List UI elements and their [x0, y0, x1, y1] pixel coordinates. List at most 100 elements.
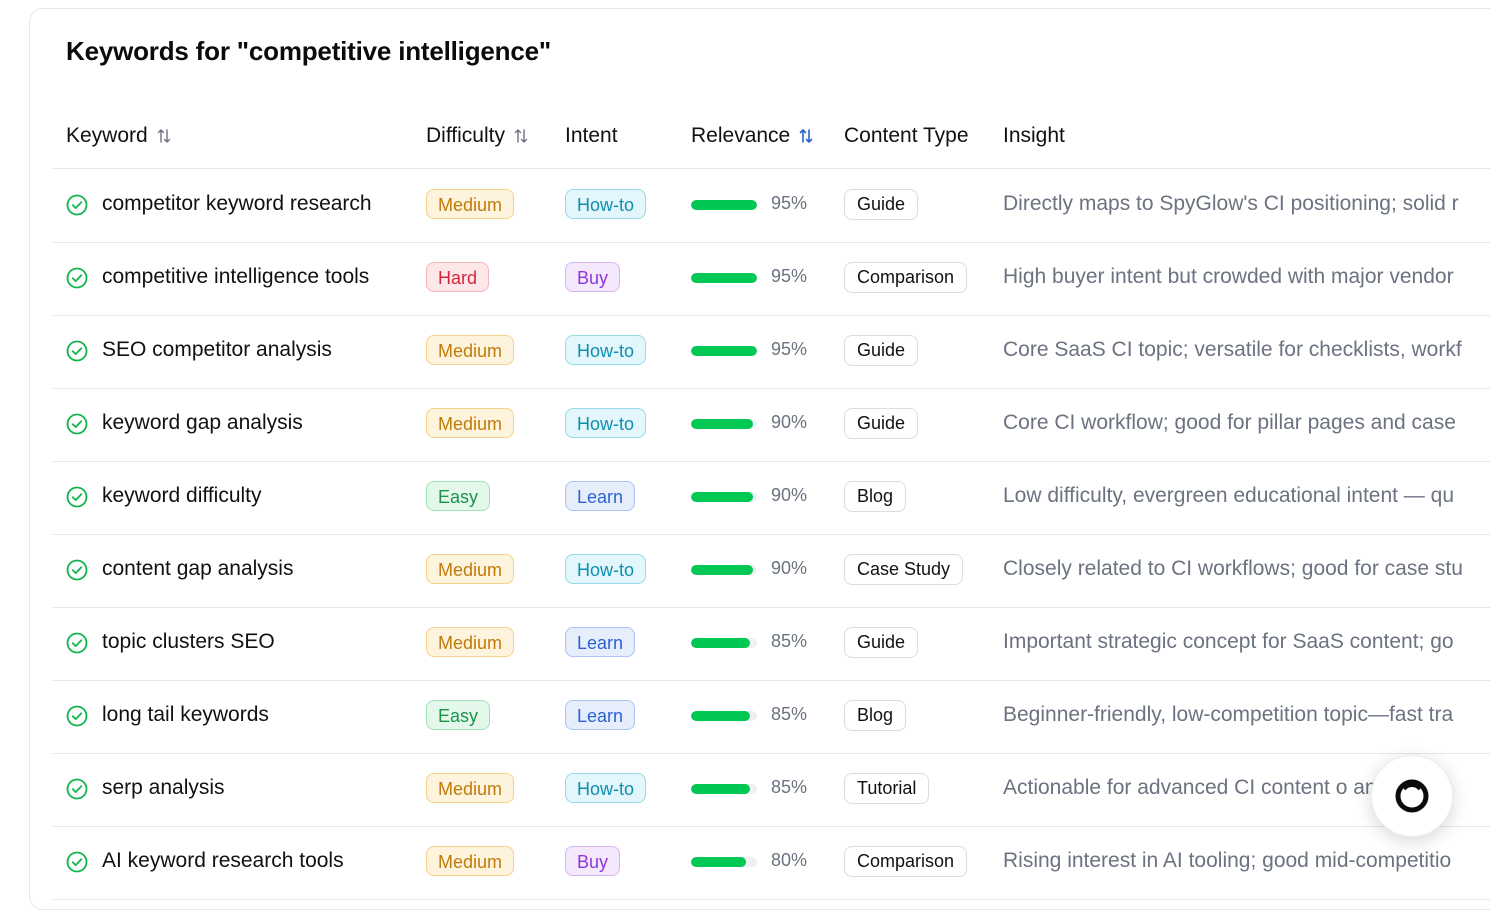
intent-badge: How-to: [565, 335, 647, 365]
keyword-text[interactable]: competitor keyword research: [102, 192, 372, 216]
intent-badge: Buy: [565, 262, 621, 292]
keyword-text[interactable]: long tail keywords: [102, 703, 269, 727]
keyword-text[interactable]: content gap analysis: [102, 557, 293, 581]
content-type-tag: Blog: [844, 481, 907, 512]
keyword-text[interactable]: serp analysis: [102, 776, 225, 800]
check-circle-icon[interactable]: [66, 851, 88, 873]
insight-text: Important strategic concept for SaaS con…: [1003, 630, 1454, 653]
assistant-logo-icon: [1395, 779, 1429, 813]
difficulty-badge: Medium: [426, 554, 515, 584]
column-header-difficulty[interactable]: Difficulty: [426, 124, 529, 148]
check-circle-icon[interactable]: [66, 486, 88, 508]
table-row[interactable]: competitor keyword research Medium How-t…: [53, 169, 1490, 243]
relevance-bar: [691, 784, 757, 794]
column-header-intent: Intent: [565, 124, 618, 148]
insight-text: Low difficulty, evergreen educational in…: [1003, 484, 1454, 507]
relevance-percent: 90%: [771, 485, 808, 505]
sort-icon[interactable]: [156, 128, 172, 144]
table-row[interactable]: long tail keywords Easy Learn 85% Blog B…: [53, 680, 1490, 754]
intent-badge: Learn: [565, 627, 636, 657]
difficulty-badge: Easy: [426, 481, 491, 511]
content-type-tag: Guide: [844, 189, 919, 220]
intent-badge: How-to: [565, 554, 647, 584]
column-header-relevance[interactable]: Relevance: [691, 124, 814, 148]
table-row[interactable]: keyword difficulty Easy Learn 90% Blog L…: [53, 461, 1490, 535]
table-row[interactable]: SEO competitor analysis Medium How-to 95…: [53, 315, 1490, 389]
relevance-bar: [691, 273, 757, 283]
content-type-tag: Guide: [844, 408, 919, 439]
content-type-tag: Guide: [844, 627, 919, 658]
check-circle-icon[interactable]: [66, 705, 88, 727]
relevance-bar-fill: [691, 492, 753, 502]
table-row[interactable]: topic clusters SEO Medium Learn 85% Guid…: [53, 607, 1490, 681]
content-type-tag: Comparison: [844, 262, 968, 293]
insight-text: High buyer intent but crowded with major…: [1003, 265, 1454, 288]
relevance-bar-fill: [691, 273, 757, 283]
intent-badge: Buy: [565, 846, 621, 876]
insight-text: Rising interest in AI tooling; good mid-…: [1003, 849, 1452, 872]
relevance-bar-fill: [691, 857, 746, 867]
relevance-bar: [691, 711, 757, 721]
relevance-bar: [691, 346, 757, 356]
table-row[interactable]: serp analysis Medium How-to 85% Tutorial…: [53, 753, 1490, 827]
table-header: Keyword Difficulty Intent Relevance Cont…: [53, 110, 1490, 169]
keyword-text[interactable]: keyword gap analysis: [102, 411, 303, 435]
check-circle-icon[interactable]: [66, 413, 88, 435]
intent-badge: Learn: [565, 481, 636, 511]
relevance-bar: [691, 419, 757, 429]
column-label-intent: Intent: [565, 124, 618, 147]
insight-text: Closely related to CI workflows; good fo…: [1003, 557, 1463, 580]
relevance-bar-fill: [691, 784, 750, 794]
relevance-bar-fill: [691, 711, 750, 721]
keyword-text[interactable]: AI keyword research tools: [102, 849, 344, 873]
column-header-insight: Insight: [1003, 124, 1065, 148]
relevance-percent: 95%: [771, 266, 808, 286]
relevance-percent: 85%: [771, 631, 808, 651]
relevance-percent: 80%: [771, 850, 808, 870]
relevance-bar-fill: [691, 419, 753, 429]
check-circle-icon[interactable]: [66, 632, 88, 654]
difficulty-badge: Medium: [426, 773, 515, 803]
check-circle-icon[interactable]: [66, 267, 88, 289]
difficulty-badge: Medium: [426, 335, 515, 365]
insight-text: Actionable for advanced CI content o and: [1003, 776, 1389, 799]
content-type-tag: Tutorial: [844, 773, 930, 804]
column-label-insight: Insight: [1003, 124, 1065, 147]
intent-badge: Learn: [565, 700, 636, 730]
table-row[interactable]: AI keyword research tools Medium Buy 80%…: [53, 826, 1490, 900]
check-circle-icon[interactable]: [66, 194, 88, 216]
table-row[interactable]: competitive intelligence tools Hard Buy …: [53, 242, 1490, 316]
relevance-percent: 95%: [771, 339, 808, 359]
keyword-text[interactable]: competitive intelligence tools: [102, 265, 369, 289]
table-row[interactable]: content gap analysis Medium How-to 90% C…: [53, 534, 1490, 608]
keyword-text[interactable]: keyword difficulty: [102, 484, 262, 508]
relevance-bar-fill: [691, 638, 750, 648]
content-type-tag: Comparison: [844, 846, 968, 877]
relevance-percent: 95%: [771, 193, 808, 213]
difficulty-badge: Medium: [426, 189, 515, 219]
column-header-keyword[interactable]: Keyword: [66, 124, 172, 148]
difficulty-badge: Medium: [426, 408, 515, 438]
difficulty-badge: Hard: [426, 262, 490, 292]
insight-text: Core CI workflow; good for pillar pages …: [1003, 411, 1456, 434]
column-label-keyword: Keyword: [66, 124, 148, 147]
relevance-bar: [691, 200, 757, 210]
relevance-percent: 90%: [771, 412, 808, 432]
keyword-text[interactable]: topic clusters SEO: [102, 630, 275, 654]
check-circle-icon[interactable]: [66, 559, 88, 581]
content-type-tag: Case Study: [844, 554, 964, 585]
sort-active-icon[interactable]: [798, 128, 814, 144]
page-title: Keywords for "competitive intelligence": [66, 36, 551, 66]
chat-assistant-button[interactable]: [1371, 755, 1453, 837]
intent-badge: How-to: [565, 773, 647, 803]
keyword-text[interactable]: SEO competitor analysis: [102, 338, 332, 362]
column-header-content-type: Content Type: [844, 124, 969, 148]
sort-icon[interactable]: [513, 128, 529, 144]
relevance-bar-fill: [691, 346, 757, 356]
check-circle-icon[interactable]: [66, 340, 88, 362]
content-type-tag: Guide: [844, 335, 919, 366]
relevance-bar: [691, 565, 757, 575]
check-circle-icon[interactable]: [66, 778, 88, 800]
insight-text: Core SaaS CI topic; versatile for checkl…: [1003, 338, 1462, 361]
table-row[interactable]: keyword gap analysis Medium How-to 90% G…: [53, 388, 1490, 462]
